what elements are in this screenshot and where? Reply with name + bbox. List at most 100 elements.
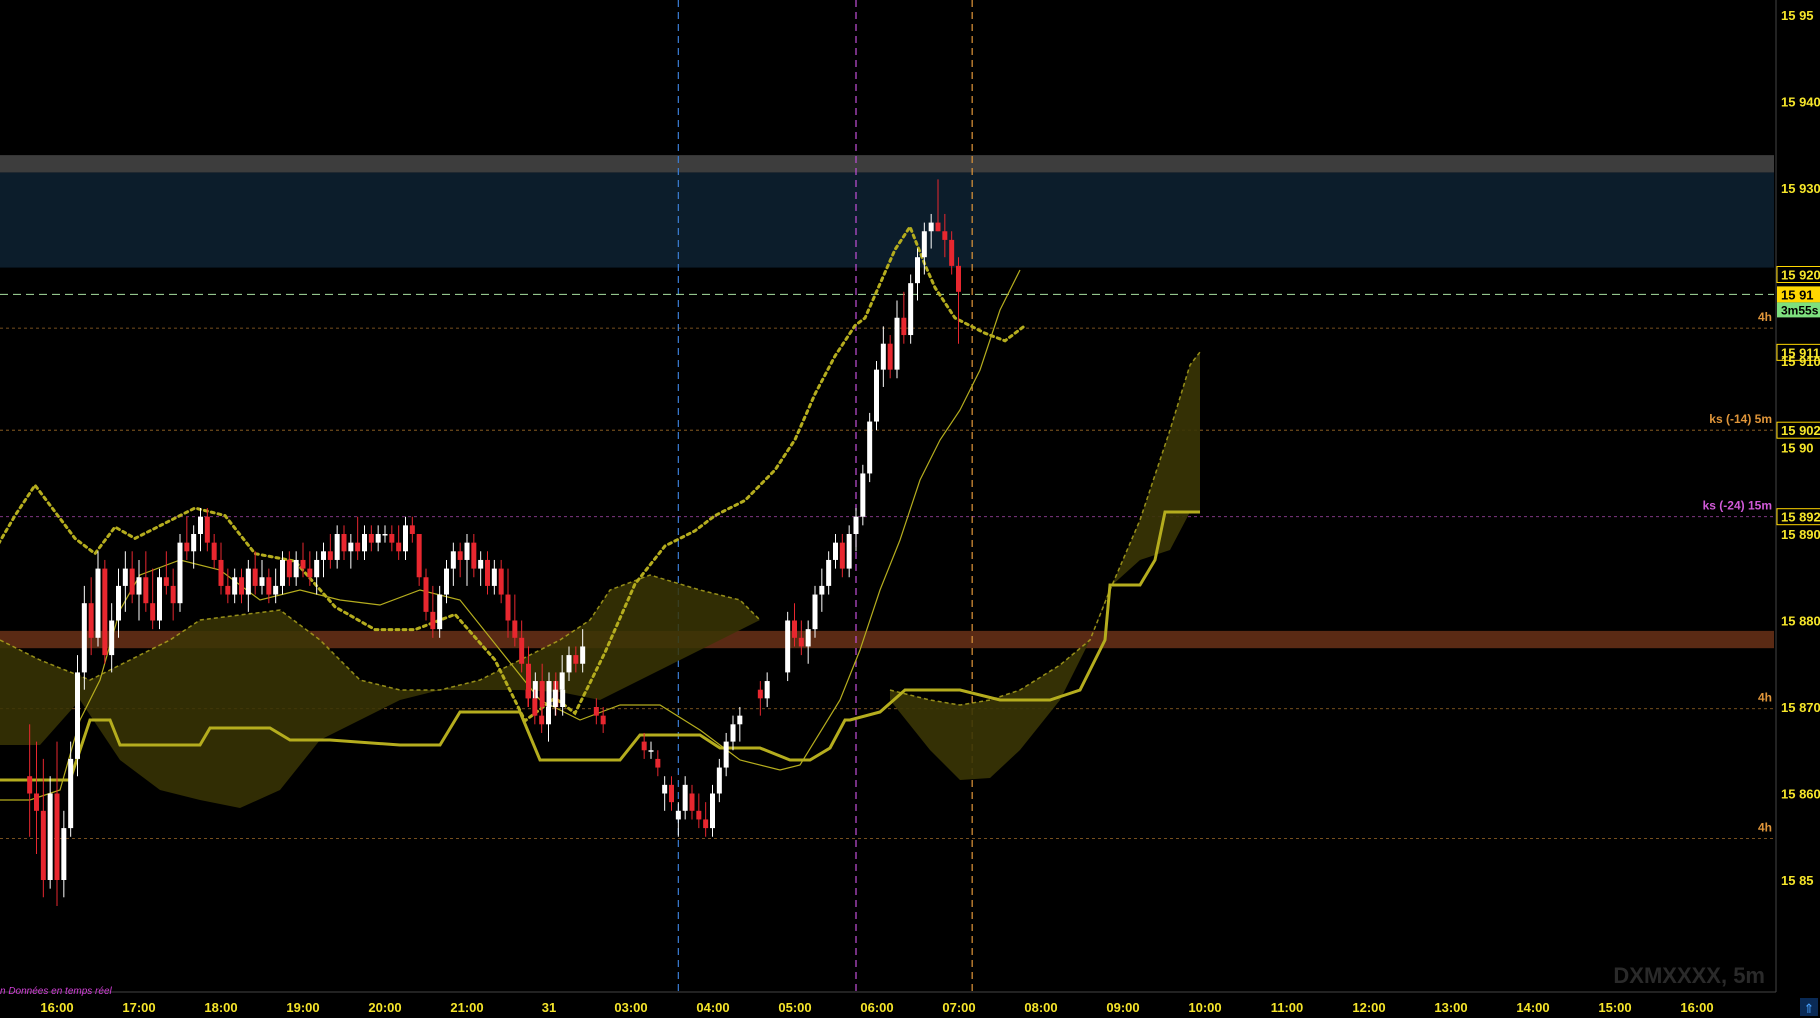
candle-body	[409, 525, 415, 534]
time-tick-label: 04:00	[696, 1000, 729, 1015]
candle-body	[211, 542, 217, 560]
time-tick-label: 15:00	[1598, 1000, 1631, 1015]
candle-body	[559, 672, 565, 690]
candle-body	[785, 620, 791, 673]
candle-body	[546, 707, 551, 725]
candle[interactable]	[75, 655, 80, 777]
price-chart[interactable]: 4h ks (-14) 5m ks (-24) 15m 4h 4h 15 95 15 94…	[0, 0, 1820, 1018]
candle-body	[341, 534, 347, 552]
candle-body	[942, 231, 948, 240]
price-box-label: 15 920	[1781, 268, 1820, 283]
candle[interactable]	[860, 464, 866, 526]
chart-root[interactable]: 4h ks (-14) 5m ks (-24) 15m 4h 4h 15 95 15 94…	[0, 0, 1820, 1018]
candle-body	[191, 534, 197, 552]
candle-body	[75, 672, 80, 759]
candle-body	[375, 534, 381, 543]
candle-body	[314, 559, 320, 578]
candle-body	[252, 568, 258, 586]
level-label: ks (-14) 5m	[1709, 412, 1772, 426]
candle-body	[512, 620, 518, 638]
level-label: ks (-24) 15m	[1703, 499, 1772, 513]
candle-body	[177, 542, 183, 604]
candle-body	[703, 819, 709, 829]
candle[interactable]	[867, 412, 873, 483]
candle-body	[280, 559, 285, 586]
candle-body	[928, 222, 934, 232]
candle-body	[444, 568, 449, 595]
candle-body	[471, 542, 477, 569]
candle-body	[730, 724, 736, 742]
candle-body	[566, 655, 572, 673]
candle-body	[716, 767, 722, 794]
candle-body	[184, 542, 190, 552]
time-tick-label: 09:00	[1106, 1000, 1139, 1015]
candle-body	[225, 585, 231, 595]
candle-body	[355, 542, 361, 552]
candle-body	[655, 758, 661, 768]
candle-body	[956, 265, 961, 292]
candle-body	[648, 750, 654, 752]
candle-body	[136, 577, 142, 595]
candle-body	[266, 577, 272, 595]
candle-body	[232, 577, 238, 595]
candle-body	[40, 810, 46, 880]
candle-body	[505, 594, 511, 621]
candle[interactable]	[102, 559, 108, 664]
candle-body	[293, 559, 299, 578]
time-tick-label: 11:00	[1271, 1000, 1304, 1015]
price-box-label: 15 910	[1781, 354, 1820, 369]
candle-body	[682, 784, 688, 811]
scroll-right-icon: ⇑	[1804, 1002, 1815, 1017]
candle-body	[853, 516, 859, 534]
time-tick-label: 08:00	[1024, 1000, 1057, 1015]
time-tick-label: 21:00	[450, 1000, 483, 1015]
candle-body	[362, 534, 367, 552]
candle-body	[68, 758, 74, 829]
candle-body	[675, 810, 681, 820]
candle-body	[641, 741, 647, 751]
price-tick-label: 15 930	[1781, 181, 1820, 196]
candle-body	[403, 525, 408, 552]
candle-body	[819, 585, 825, 595]
candle[interactable]	[785, 611, 791, 682]
price-tick-label: 15 940	[1781, 95, 1820, 110]
zone-resistance_zone	[0, 172, 1774, 268]
time-tick-label: 31	[542, 1000, 556, 1015]
realtime-status: n Données en temps réel	[0, 986, 113, 997]
time-tick-label: 13:00	[1434, 1000, 1467, 1015]
candle-body	[894, 317, 900, 370]
time-tick-label: 03:00	[614, 1000, 647, 1015]
candle-body	[833, 542, 838, 560]
candle-body	[935, 222, 941, 232]
candle-body	[430, 611, 436, 630]
time-tick-label: 20:00	[368, 1000, 401, 1015]
candle[interactable]	[177, 534, 183, 612]
candle-body	[239, 577, 244, 595]
price-tick-label: 15 870	[1781, 700, 1820, 715]
price-axis[interactable]: 15 95 15 940 15 930 15 90 15 890 15 880 15 870…	[1775, 0, 1820, 1018]
candle-body	[478, 559, 484, 569]
time-tick-label: 14:00	[1516, 1000, 1549, 1015]
time-tick-label: 16:00	[1680, 1000, 1713, 1015]
candle-body	[949, 239, 955, 266]
candle-body	[532, 698, 538, 716]
candle-body	[122, 568, 128, 586]
candle[interactable]	[908, 274, 914, 344]
candle[interactable]	[157, 568, 162, 630]
time-axis[interactable]: 16:00 17:00 18:00 19:00 20:00 21:00 31 03:00 04:…	[0, 991, 1820, 1018]
candle-body	[307, 568, 313, 578]
candle-body	[723, 741, 729, 768]
time-tick-label: 07:00	[942, 1000, 975, 1015]
level-label: 4h	[1758, 691, 1772, 705]
candle[interactable]	[874, 361, 879, 431]
candle-body	[95, 568, 101, 638]
candle-body	[437, 594, 443, 630]
price-tick-label: 15 880	[1781, 614, 1820, 629]
candle-body	[921, 231, 927, 258]
candle-body	[860, 473, 866, 517]
price-tick-label: 15 860	[1781, 787, 1820, 802]
current-price-label: 15 91	[1781, 287, 1814, 302]
candle-body	[867, 421, 873, 474]
price-box-label: 15 892	[1781, 510, 1820, 525]
candle-body	[348, 542, 354, 552]
